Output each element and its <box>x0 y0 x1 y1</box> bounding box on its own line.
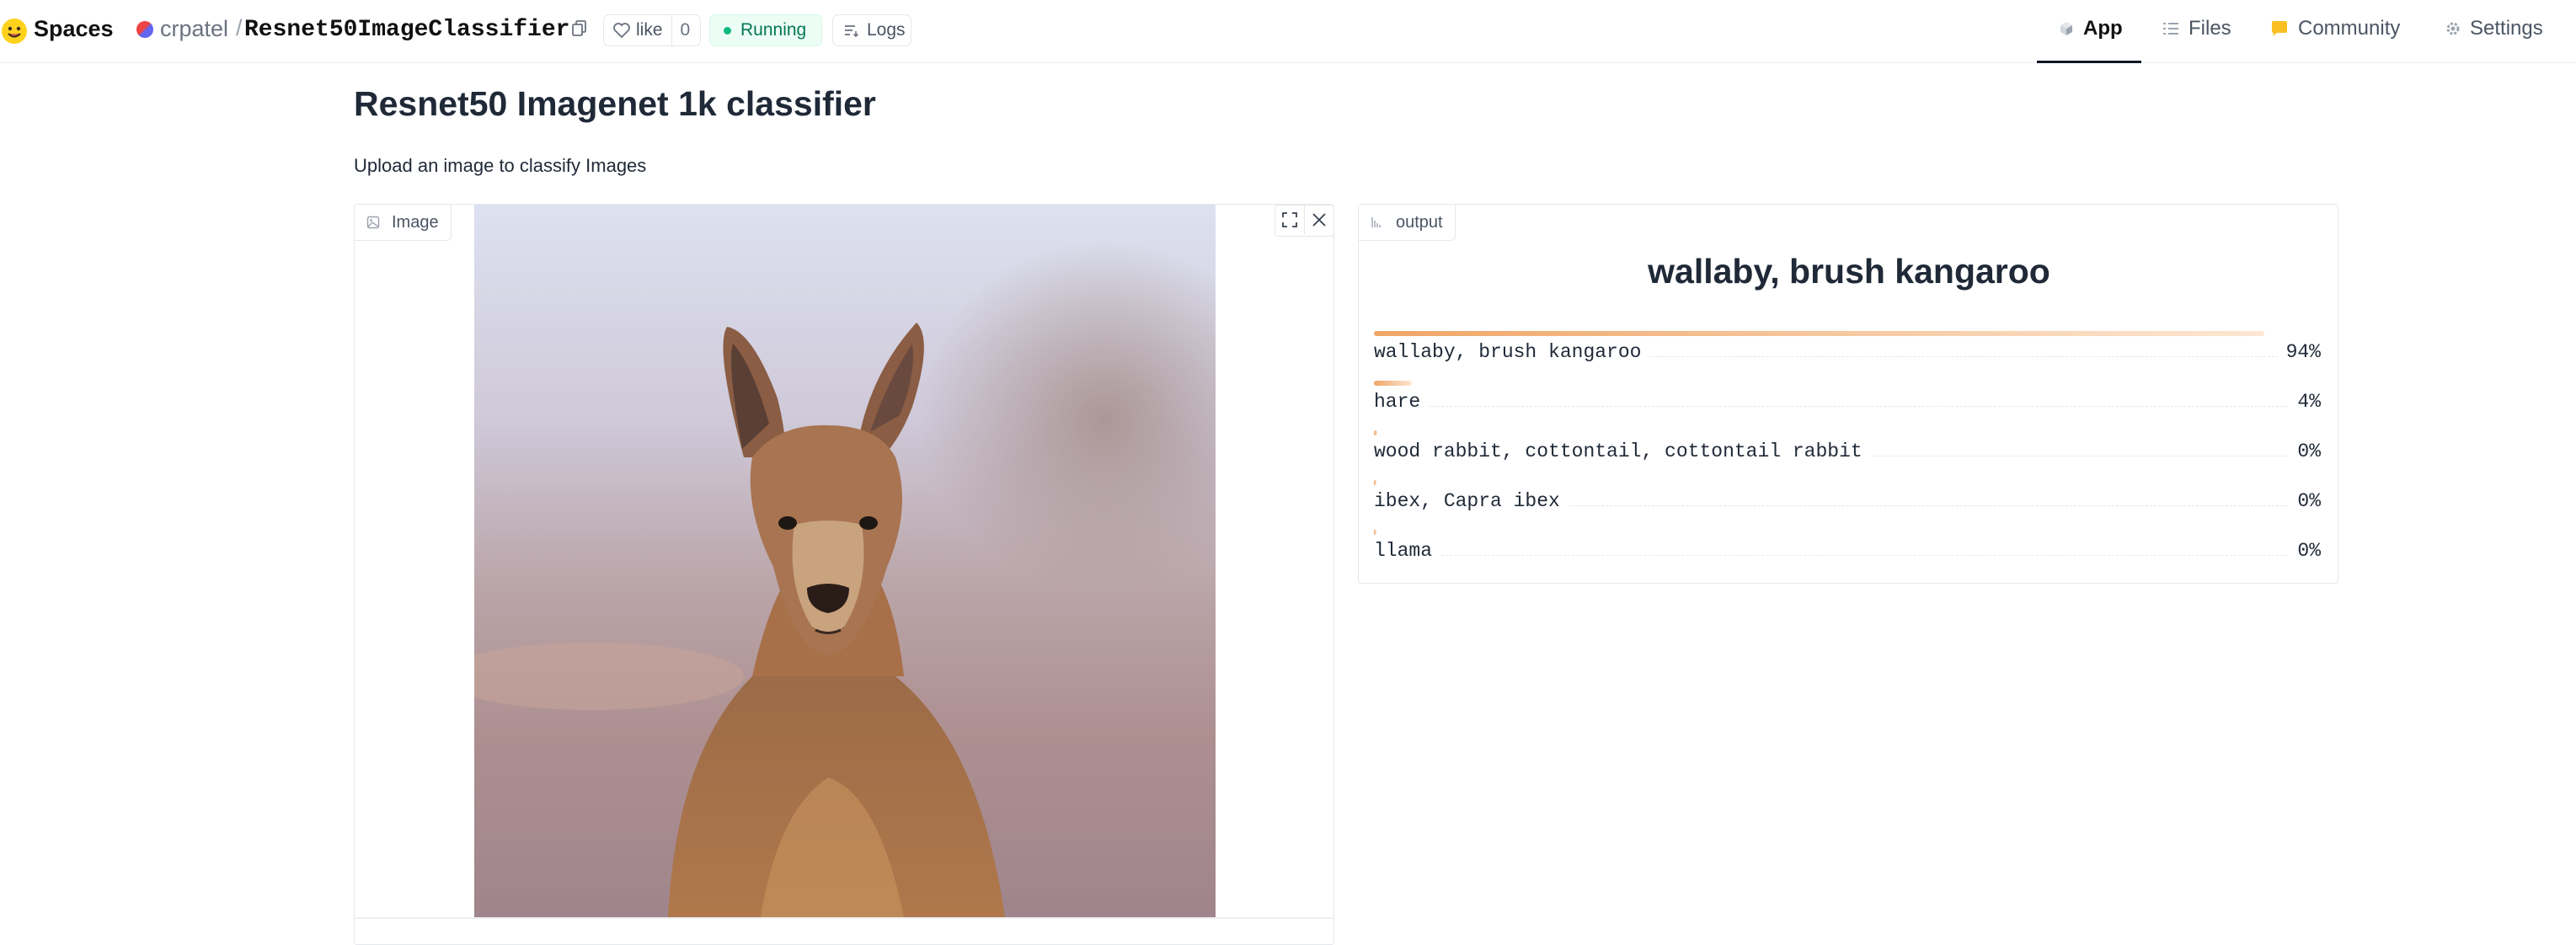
confidence-row[interactable]: ibex, Capra ibex 0% <box>1374 480 2321 522</box>
confidence-bar <box>1374 430 1377 435</box>
output-label: output <box>1396 212 1443 232</box>
confidence-percent: 0% <box>2289 540 2321 562</box>
hf-logo-icon[interactable] <box>0 17 29 45</box>
confidence-row[interactable]: hare 4% <box>1374 381 2321 423</box>
fullscreen-button[interactable] <box>1275 206 1304 234</box>
image-label-chip: Image <box>355 205 452 241</box>
brand-spaces-link[interactable]: Spaces <box>34 16 114 42</box>
image-toolbar <box>1275 205 1333 237</box>
confidence-percent: 0% <box>2289 490 2321 512</box>
confidence-row[interactable]: llama 0% <box>1374 530 2321 572</box>
repo-name-link[interactable]: Resnet50ImageClassifier <box>244 17 569 43</box>
image-icon <box>366 216 380 229</box>
like-count: 0 <box>671 15 699 45</box>
page-description: Upload an image to classify Images <box>354 155 647 176</box>
owner-link[interactable]: crpatel <box>136 16 228 42</box>
fullscreen-icon <box>1282 212 1297 227</box>
tab-app[interactable]: App <box>2058 17 2123 40</box>
logs-label: Logs <box>867 20 906 40</box>
gear-icon <box>2446 22 2460 35</box>
confidence-bar <box>1374 480 1376 485</box>
running-status-badge[interactable]: Running <box>709 14 822 46</box>
confidence-row[interactable]: wood rabbit, cottontail, cottontail rabb… <box>1374 430 2321 472</box>
output-panel: output wallaby, brush kangaroo wallaby, … <box>1358 204 2338 584</box>
tab-files[interactable]: Files <box>2162 17 2231 40</box>
status-text: Running <box>740 20 807 40</box>
tab-settings[interactable]: Settings <box>2445 17 2543 40</box>
tab-community-label: Community <box>2298 17 2401 40</box>
owner-name: crpatel <box>160 16 229 41</box>
confidence-label: ibex, Capra ibex <box>1374 490 1569 512</box>
heart-icon <box>613 23 630 39</box>
confidence-label: wood rabbit, cottontail, cottontail rabb… <box>1374 440 1871 462</box>
close-icon <box>1312 213 1326 227</box>
image-label: Image <box>392 212 439 232</box>
like-label: like <box>636 20 663 40</box>
path-separator: / <box>236 15 243 40</box>
confidence-label: hare <box>1374 391 1430 413</box>
output-label-chip: output <box>1359 205 1456 241</box>
logs-button[interactable]: Logs <box>832 14 911 46</box>
tab-community[interactable]: Community <box>2269 17 2400 40</box>
uploaded-image <box>474 205 1216 917</box>
confidence-bar <box>1374 530 1376 535</box>
bar-chart-icon <box>1371 217 1381 227</box>
copy-icon[interactable] <box>571 19 588 38</box>
confidence-percent: 4% <box>2289 391 2321 413</box>
confidence-percent: 0% <box>2289 440 2321 462</box>
tab-app-label: App <box>2083 17 2123 40</box>
logs-icon <box>845 25 859 38</box>
active-tab-indicator <box>2037 61 2141 63</box>
confidence-bar <box>1374 381 1412 386</box>
confidence-row[interactable]: wallaby, brush kangaroo 94% <box>1374 331 2321 373</box>
community-icon <box>2272 21 2287 36</box>
owner-avatar <box>136 20 153 38</box>
tab-settings-label: Settings <box>2470 17 2543 40</box>
confidence-label: wallaby, brush kangaroo <box>1374 341 1650 363</box>
tab-files-label: Files <box>2189 17 2231 40</box>
like-button[interactable]: like 0 <box>603 14 701 46</box>
top-prediction-label: wallaby, brush kangaroo <box>1648 252 2050 291</box>
page-title: Resnet50 Imagenet 1k classifier <box>354 84 876 123</box>
confidence-bar <box>1374 331 2264 336</box>
status-dot-icon <box>724 26 731 35</box>
image-input-panel[interactable]: Image <box>354 204 1334 945</box>
top-nav: Spaces crpatel / Resnet50ImageClassifier… <box>0 0 2576 63</box>
confidence-percent: 94% <box>2277 341 2321 363</box>
confidence-label: llama <box>1374 540 1441 562</box>
cube-icon <box>2060 22 2072 35</box>
image-panel-footer-divider <box>355 917 1333 919</box>
files-icon <box>2163 23 2178 35</box>
clear-image-button[interactable] <box>1304 206 1333 234</box>
